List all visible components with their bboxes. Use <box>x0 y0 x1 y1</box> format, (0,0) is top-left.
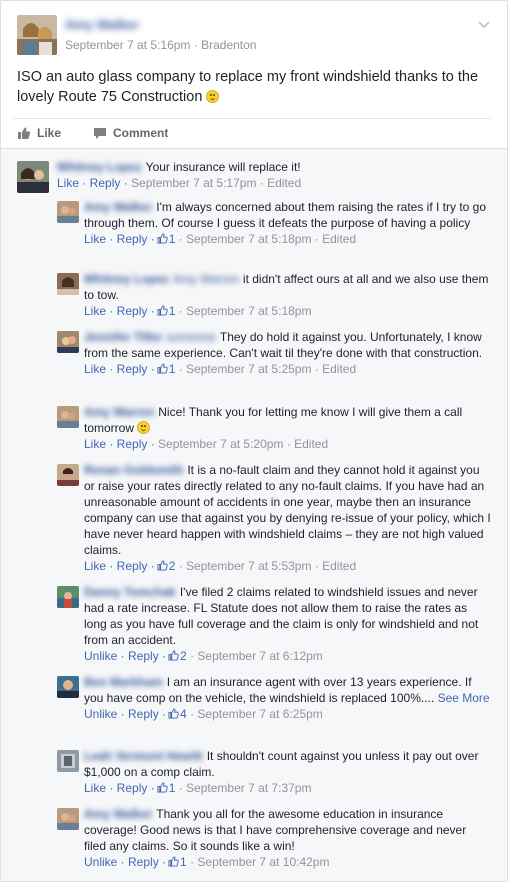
comment-actions[interactable]: Unlike · Reply · <box>84 707 166 721</box>
commenter-avatar[interactable] <box>57 331 79 353</box>
like-count[interactable]: 1 <box>169 304 176 318</box>
like-count-icon <box>168 708 179 719</box>
post-text: ISO an auto glass company to replace my … <box>17 67 487 107</box>
commenter-avatar[interactable] <box>57 201 79 223</box>
post-card: Amy Walker September 7 at 5:16pm · Brade… <box>0 0 508 882</box>
comment-body: Danny Tomchak I've filed 2 claims related… <box>84 584 491 664</box>
commenter-name[interactable]: Amy Walker <box>84 199 152 215</box>
comment-body: Leah Vermont Hewitt It shouldn't count ag… <box>84 748 491 796</box>
comment-body: Whitney Lopez Your insurance will replace… <box>57 159 491 191</box>
comment-body: Amy Walker I'm always concerned about the… <box>84 199 491 247</box>
like-count-icon <box>157 233 168 244</box>
comment-body: Ben Markham I am an insurance agent with … <box>84 674 491 722</box>
commenter-name[interactable]: Danny Tomchak <box>84 584 176 600</box>
comment-actions[interactable]: Like · Reply · <box>84 362 155 376</box>
like-count[interactable]: 2 <box>169 559 176 573</box>
commenter-avatar[interactable] <box>57 676 79 698</box>
commenter-name[interactable]: Ben Markham <box>84 674 163 690</box>
comment-actions[interactable]: Unlike · Reply · <box>84 855 166 869</box>
comment-button[interactable]: Comment <box>93 126 168 140</box>
comment-label: Comment <box>113 126 169 140</box>
comment-actions[interactable]: Unlike · Reply · <box>84 649 166 663</box>
comment-actions[interactable]: Like · Reply · <box>84 232 155 246</box>
comment-actions[interactable]: Like · Reply · <box>84 304 155 318</box>
thumbs-up-icon <box>18 127 31 139</box>
comment-meta: · September 7 at 5:25pm · Edited <box>178 362 357 376</box>
author-avatar[interactable] <box>17 15 57 55</box>
commenter-name[interactable]: Amy Warren <box>84 404 154 420</box>
tagged-name[interactable]: Amy Warren <box>173 271 239 287</box>
comment-meta: · September 7 at 6:12pm <box>190 649 323 663</box>
comment-meta: · September 7 at 5:18pm <box>178 304 312 318</box>
commenter-avatar[interactable] <box>17 161 49 193</box>
comment-meta: · September 7 at 7:37pm <box>178 781 312 795</box>
post-meta: September 7 at 5:16pm · Bradenton <box>65 38 257 52</box>
comment-meta: · September 7 at 10:42pm <box>190 855 330 869</box>
like-count-icon <box>168 856 179 867</box>
like-count-icon <box>157 363 168 374</box>
post-location[interactable]: Bradenton <box>201 38 256 52</box>
commenter-name[interactable]: Renan Goldsmith <box>84 462 183 478</box>
like-count[interactable]: 1 <box>180 855 187 869</box>
tagged-name[interactable]: someone <box>166 329 215 345</box>
chevron-down-icon[interactable] <box>477 17 491 31</box>
comment-meta: · September 7 at 5:53pm · Edited <box>178 559 357 573</box>
comment-meta: · September 7 at 5:18pm · Edited <box>178 232 357 246</box>
commenter-avatar[interactable] <box>57 750 79 772</box>
comment-body: Jennifer Tiller someone They do hold it ag… <box>84 329 491 377</box>
post-date[interactable]: September 7 at 5:16pm <box>65 38 190 52</box>
comment-body: Amy Walker Thank you all for the awesome … <box>84 806 491 870</box>
comment-actions[interactable]: Like · Reply · <box>57 176 128 190</box>
comment-meta: September 7 at 5:17pm · Edited <box>131 176 302 190</box>
commenter-name[interactable]: Whitney Lopez <box>84 271 169 287</box>
commenter-name[interactable]: Whitney Lopez <box>57 159 142 175</box>
post-header: Amy Walker September 7 at 5:16pm · Brade… <box>17 15 491 55</box>
like-count-icon <box>157 782 168 793</box>
see-more-link[interactable]: See More <box>438 691 490 705</box>
post-actions-bar: Like Comment <box>13 118 491 148</box>
commenter-name[interactable]: Leah Vermont Hewitt <box>84 748 203 764</box>
post-author-name[interactable]: Amy Walker <box>65 17 139 32</box>
meta-separator: · <box>193 38 198 52</box>
like-count-icon <box>157 560 168 571</box>
comment-text: Your insurance will replace it! <box>145 160 301 174</box>
comment-meta: September 7 at 5:20pm · Edited <box>158 437 329 451</box>
commenter-name[interactable]: Jennifer Tiller <box>84 329 162 345</box>
commenter-avatar[interactable] <box>57 586 79 608</box>
comment-body: Renan Goldsmith It is a no-fault claim an… <box>84 462 491 574</box>
comment-body: Whitney Lopez Amy Warren it didn't affect … <box>84 271 491 319</box>
like-label: Like <box>37 126 62 140</box>
like-count[interactable]: 1 <box>169 232 176 246</box>
comment-meta: · September 7 at 6:25pm <box>190 707 323 721</box>
commenter-avatar[interactable] <box>57 464 79 486</box>
comment-actions[interactable]: Like · Reply · <box>84 781 155 795</box>
commenter-name[interactable]: Amy Walker <box>84 806 152 822</box>
smile-emoji-icon <box>206 90 220 103</box>
like-button[interactable]: Like <box>17 126 61 140</box>
smile-emoji-icon <box>137 421 151 434</box>
like-count[interactable]: 1 <box>169 362 176 376</box>
comment-body: Amy Warren Nice! Thank you for letting me… <box>84 404 491 452</box>
post-body: ISO an auto glass company to replace my … <box>17 69 479 105</box>
like-count[interactable]: 2 <box>180 649 187 663</box>
commenter-avatar[interactable] <box>57 808 79 830</box>
comment-bubble-icon <box>94 128 106 139</box>
like-count-icon <box>168 650 179 661</box>
comment-actions[interactable]: Like · Reply · <box>84 437 155 451</box>
like-count-icon <box>157 305 168 316</box>
like-count[interactable]: 4 <box>180 707 187 721</box>
commenter-avatar[interactable] <box>57 406 79 428</box>
comments-section: Whitney Lopez Your insurance will replace… <box>1 148 507 881</box>
commenter-avatar[interactable] <box>57 273 79 295</box>
like-count[interactable]: 1 <box>169 781 176 795</box>
comment-actions[interactable]: Like · Reply · <box>84 559 155 573</box>
